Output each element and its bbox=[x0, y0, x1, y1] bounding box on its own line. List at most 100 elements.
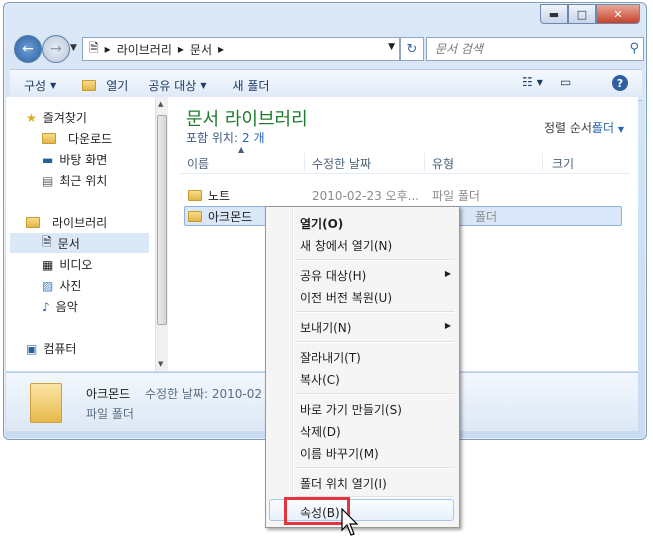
column-name[interactable]: 이름 bbox=[187, 155, 209, 172]
sidebar-item-favorites[interactable]: ★ 즐겨찾기 bbox=[26, 109, 87, 126]
share-with-button[interactable]: 공유 대상 ▼ bbox=[148, 77, 206, 94]
scrollbar-thumb[interactable] bbox=[157, 115, 167, 325]
row-type: 폴더 bbox=[475, 209, 498, 224]
arrange-by-dropdown[interactable]: 폴더 ▼ bbox=[592, 119, 624, 136]
scroll-down-arrow-icon[interactable]: ▼ bbox=[158, 360, 163, 368]
folder-icon bbox=[188, 189, 202, 201]
menu-separator bbox=[296, 341, 454, 343]
back-button[interactable]: ← bbox=[14, 35, 42, 63]
column-header: 이름 ▲ 수정한 날짜 유형 크기 bbox=[180, 145, 630, 174]
submenu-arrow-icon: ▶ bbox=[444, 269, 451, 278]
menu-item-restore-versions[interactable]: 이전 버전 복원(U) bbox=[300, 289, 392, 306]
recent-pages-dropdown[interactable]: ▼ bbox=[70, 43, 77, 53]
menu-item-open-folder-location[interactable]: 폴더 위치 열기(I) bbox=[300, 475, 387, 492]
column-size[interactable]: 크기 bbox=[552, 155, 574, 172]
menu-item-delete[interactable]: 삭제(D) bbox=[300, 423, 341, 440]
view-list-icon: ☷ bbox=[522, 75, 533, 89]
submenu-arrow-icon: ▶ bbox=[444, 321, 451, 330]
menu-item-cut[interactable]: 잘라내기(T) bbox=[300, 349, 361, 366]
sidebar-item-label: 바탕 화면 bbox=[59, 153, 108, 167]
view-options-button[interactable]: ☷ ▼ bbox=[522, 75, 543, 89]
help-button[interactable]: ? bbox=[612, 75, 628, 91]
row-type: 파일 폴더 bbox=[432, 188, 480, 203]
menu-item-copy[interactable]: 복사(C) bbox=[300, 371, 340, 388]
sidebar-item-music[interactable]: ♪ 음악 bbox=[42, 298, 78, 315]
chevron-down-icon: ▼ bbox=[200, 80, 207, 90]
desktop-icon: ▬ bbox=[42, 152, 54, 167]
downloads-folder-icon bbox=[42, 133, 56, 144]
context-menu: 열기(O) 새 창에서 열기(N) 공유 대상(H) ▶ 이전 버전 복원(U)… bbox=[265, 206, 460, 528]
menu-separator bbox=[296, 311, 454, 313]
sidebar-item-pictures[interactable]: ▨ 사진 bbox=[42, 277, 81, 294]
breadcrumb-separator[interactable]: ▸ bbox=[178, 42, 184, 56]
large-folder-icon bbox=[30, 383, 62, 423]
search-input[interactable] bbox=[433, 41, 617, 57]
sidebar-item-label: 사진 bbox=[59, 279, 82, 293]
scroll-up-arrow-icon[interactable]: ▲ bbox=[158, 100, 163, 108]
recent-places-icon: ▤ bbox=[42, 173, 54, 188]
minimize-button[interactable]: ▬ bbox=[540, 4, 568, 24]
star-icon: ★ bbox=[26, 110, 37, 125]
menu-gutter bbox=[292, 209, 294, 525]
breadcrumb-separator[interactable]: ▸ bbox=[218, 42, 224, 56]
menu-item-share-with[interactable]: 공유 대상(H) bbox=[300, 267, 366, 284]
library-icon bbox=[26, 217, 40, 228]
open-button[interactable]: 열기 bbox=[82, 77, 128, 94]
column-divider[interactable] bbox=[542, 153, 543, 171]
help-icon: ? bbox=[612, 75, 628, 91]
document-icon: 🗎 bbox=[89, 40, 99, 55]
preview-pane-button[interactable]: ▭ bbox=[560, 75, 571, 89]
folder-open-icon bbox=[82, 79, 97, 91]
breadcrumb-documents[interactable]: 문서 bbox=[190, 41, 212, 58]
menu-item-open[interactable]: 열기(O) bbox=[300, 215, 343, 232]
search-icon[interactable]: ⚲ bbox=[629, 41, 639, 56]
sidebar-item-recent[interactable]: ▤ 최근 위치 bbox=[42, 172, 107, 189]
close-button[interactable]: ✕ bbox=[596, 4, 640, 24]
address-bar[interactable]: 🗎 ▸ 라이브러리 ▸ 문서 ▸ ▼ bbox=[82, 37, 400, 61]
chevron-down-icon: ▼ bbox=[536, 77, 543, 87]
breadcrumb-separator[interactable]: ▸ bbox=[105, 42, 111, 56]
row-modified: 2010-02-23 오후... bbox=[312, 188, 420, 203]
refresh-button[interactable]: ↻ bbox=[400, 37, 424, 61]
address-dropdown-icon[interactable]: ▼ bbox=[388, 42, 395, 52]
includes-label: 포함 위치: bbox=[186, 131, 239, 145]
organize-button[interactable]: 구성 ▼ bbox=[24, 77, 56, 94]
table-row[interactable]: 노트 2010-02-23 오후... 파일 폴더 bbox=[184, 185, 622, 205]
details-type: 파일 폴더 bbox=[86, 407, 134, 421]
sidebar-item-videos[interactable]: ▦ 비디오 bbox=[42, 256, 92, 273]
menu-item-send-to[interactable]: 보내기(N) bbox=[300, 319, 351, 336]
folder-icon bbox=[188, 210, 202, 222]
breadcrumb: 🗎 ▸ 라이브러리 ▸ 문서 ▸ bbox=[89, 39, 224, 60]
column-modified[interactable]: 수정한 날짜 bbox=[312, 155, 371, 172]
film-icon: ▦ bbox=[42, 257, 54, 272]
mouse-cursor-icon bbox=[341, 508, 359, 536]
open-label: 열기 bbox=[106, 78, 129, 93]
menu-item-open-new-window[interactable]: 새 창에서 열기(N) bbox=[300, 237, 392, 254]
preview-pane-icon: ▭ bbox=[560, 75, 572, 89]
forward-button[interactable]: → bbox=[42, 35, 70, 63]
breadcrumb-libraries[interactable]: 라이브러리 bbox=[117, 41, 172, 58]
sidebar-item-label: 다운로드 bbox=[68, 132, 113, 146]
column-divider[interactable] bbox=[304, 153, 305, 171]
new-folder-label: 새 폴더 bbox=[232, 78, 270, 93]
menu-separator bbox=[296, 467, 454, 469]
includes-count-link[interactable]: 2 개 bbox=[242, 131, 265, 145]
navigation-bar: ← → ▼ 🗎 ▸ 라이브러리 ▸ 문서 ▸ ▼ ↻ ⚲ bbox=[10, 35, 644, 63]
maximize-button[interactable]: □ bbox=[568, 4, 596, 24]
sidebar-item-documents[interactable]: 🗎 문서 bbox=[10, 233, 149, 253]
sidebar-item-computer[interactable]: ▣ 컴퓨터 bbox=[26, 340, 76, 357]
menu-item-rename[interactable]: 이름 바꾸기(M) bbox=[300, 445, 379, 462]
search-box: ⚲ bbox=[426, 37, 644, 61]
column-divider[interactable] bbox=[424, 153, 425, 171]
sidebar-item-libraries[interactable]: 라이브러리 bbox=[26, 214, 107, 231]
sidebar-item-label: 최근 위치 bbox=[59, 174, 108, 188]
column-type[interactable]: 유형 bbox=[432, 155, 454, 172]
document-icon: 🗎 bbox=[42, 234, 52, 249]
sidebar-item-downloads[interactable]: 다운로드 bbox=[42, 130, 112, 147]
new-folder-button[interactable]: 새 폴더 bbox=[232, 77, 269, 94]
menu-item-create-shortcut[interactable]: 바로 가기 만들기(S) bbox=[300, 401, 402, 418]
sidebar-item-desktop[interactable]: ▬ 바탕 화면 bbox=[42, 151, 107, 168]
sidebar-scrollbar[interactable]: ▲ ▼ bbox=[155, 97, 168, 371]
organize-label: 구성 bbox=[24, 78, 47, 93]
music-note-icon: ♪ bbox=[42, 299, 50, 314]
